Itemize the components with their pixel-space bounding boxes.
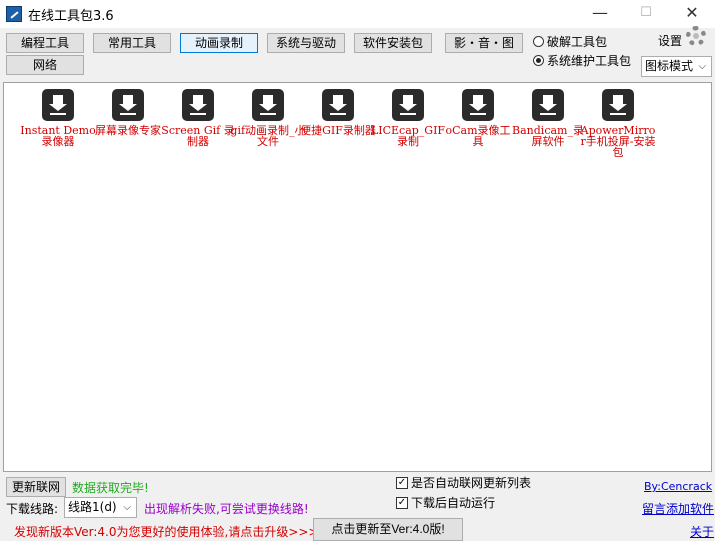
download-route-label: 下载线路: <box>6 502 59 516</box>
tab-animation-recording[interactable]: 动画录制 <box>180 33 258 53</box>
chevron-down-icon: ⌵ <box>123 502 131 513</box>
tab-software-installers[interactable]: 软件安装包 <box>354 33 432 53</box>
tool-item[interactable]: Screen Gif 录制器 <box>160 89 236 147</box>
download-icon <box>252 89 284 121</box>
checkbox-check-icon: ✓ <box>396 496 408 509</box>
tool-item[interactable]: ApowerMirror手机投屏-安装包 <box>580 89 656 158</box>
download-icon <box>322 89 354 121</box>
title-bar: 在线工具包3.6 — ☐ ✕ <box>0 0 715 28</box>
tool-label: Bandicam_录屏软件 <box>512 124 584 148</box>
route-value: 线路1(d) <box>68 500 117 514</box>
view-mode-select[interactable]: 图标模式 ⌵ <box>641 56 712 77</box>
close-button[interactable]: ✕ <box>669 0 715 28</box>
tool-item[interactable]: Instant Demo 录像器 <box>20 89 96 147</box>
radio-dot <box>533 36 544 47</box>
radio-system-maintenance[interactable]: 系统维护工具包 <box>533 52 631 69</box>
radio-dot-selected <box>533 55 544 66</box>
tool-label: Screen Gif 录制器 <box>161 124 235 148</box>
update-notice-text: 发现新版本Ver:4.0为您更好的使用体验,请点击升级>>> <box>14 525 319 539</box>
tab-media[interactable]: 影・音・图 <box>445 33 523 53</box>
about-link[interactable]: 关于 <box>690 523 714 540</box>
download-icon <box>532 89 564 121</box>
auto-run-checkbox[interactable]: ✓ 下载后自动运行 <box>396 494 495 511</box>
tool-item[interactable]: Bandicam_录屏软件 <box>510 89 586 147</box>
refresh-network-button[interactable]: 更新联网 <box>6 477 66 497</box>
tool-label: 屏幕录像专家 <box>95 124 161 137</box>
tool-label: ApowerMirror手机投屏-安装包 <box>580 124 656 159</box>
radio-crack-toolkit[interactable]: 破解工具包 <box>533 33 607 50</box>
route-hint-text: 出现解析失败,可尝试更换线路! <box>144 502 309 516</box>
gear-icon[interactable] <box>686 26 706 46</box>
tool-item[interactable]: 便捷GIF录制器 <box>300 89 376 136</box>
tool-item[interactable]: gif动画录制_小文件 <box>230 89 306 147</box>
radio-label: 系统维护工具包 <box>547 54 632 68</box>
checkbox-label: 下载后自动运行 <box>411 496 496 510</box>
tool-label: LICEcap_GIF 录制 <box>370 124 446 148</box>
tool-item[interactable]: LICEcap_GIF 录制 <box>370 89 446 147</box>
download-icon <box>42 89 74 121</box>
view-mode-value: 图标模式 <box>645 59 694 73</box>
update-button[interactable]: 点击更新至Ver:4.0版! <box>313 518 463 541</box>
download-icon <box>182 89 214 121</box>
chevron-down-icon: ⌵ <box>698 61 706 72</box>
app-icon <box>6 6 22 22</box>
tool-label: oCam录像工具 <box>445 124 511 148</box>
status-text: 数据获取完毕! <box>72 481 149 495</box>
window-title: 在线工具包3.6 <box>28 9 114 24</box>
tool-label: 便捷GIF录制器 <box>300 124 376 137</box>
tool-list-panel: Instant Demo 录像器 屏幕录像专家 Screen Gif 录制器 g… <box>3 82 712 472</box>
tool-item[interactable]: oCam录像工具 <box>440 89 516 147</box>
checkbox-label: 是否自动联网更新列表 <box>411 476 532 490</box>
radio-label: 破解工具包 <box>547 35 608 49</box>
author-link[interactable]: By:Cencrack <box>644 480 712 493</box>
tab-network[interactable]: 网络 <box>6 55 84 75</box>
minimize-button[interactable]: — <box>577 0 623 28</box>
tab-common-tools[interactable]: 常用工具 <box>93 33 171 53</box>
route-select[interactable]: 线路1(d) ⌵ <box>64 497 137 518</box>
tool-label: gif动画录制_小文件 <box>230 124 306 148</box>
settings-label[interactable]: 设置 <box>658 32 682 49</box>
tool-item[interactable]: 屏幕录像专家 <box>90 89 166 136</box>
tool-label: Instant Demo 录像器 <box>20 124 96 148</box>
download-icon <box>462 89 494 121</box>
auto-update-checkbox[interactable]: ✓ 是否自动联网更新列表 <box>396 474 531 491</box>
checkbox-check-icon: ✓ <box>396 476 408 489</box>
leave-message-link[interactable]: 留言添加软件 <box>642 500 714 517</box>
tab-programming-tools[interactable]: 编程工具 <box>6 33 84 53</box>
download-icon <box>112 89 144 121</box>
download-icon <box>602 89 634 121</box>
maximize-button[interactable]: ☐ <box>623 0 669 28</box>
download-icon <box>392 89 424 121</box>
tab-system-drivers[interactable]: 系统与驱动 <box>267 33 345 53</box>
